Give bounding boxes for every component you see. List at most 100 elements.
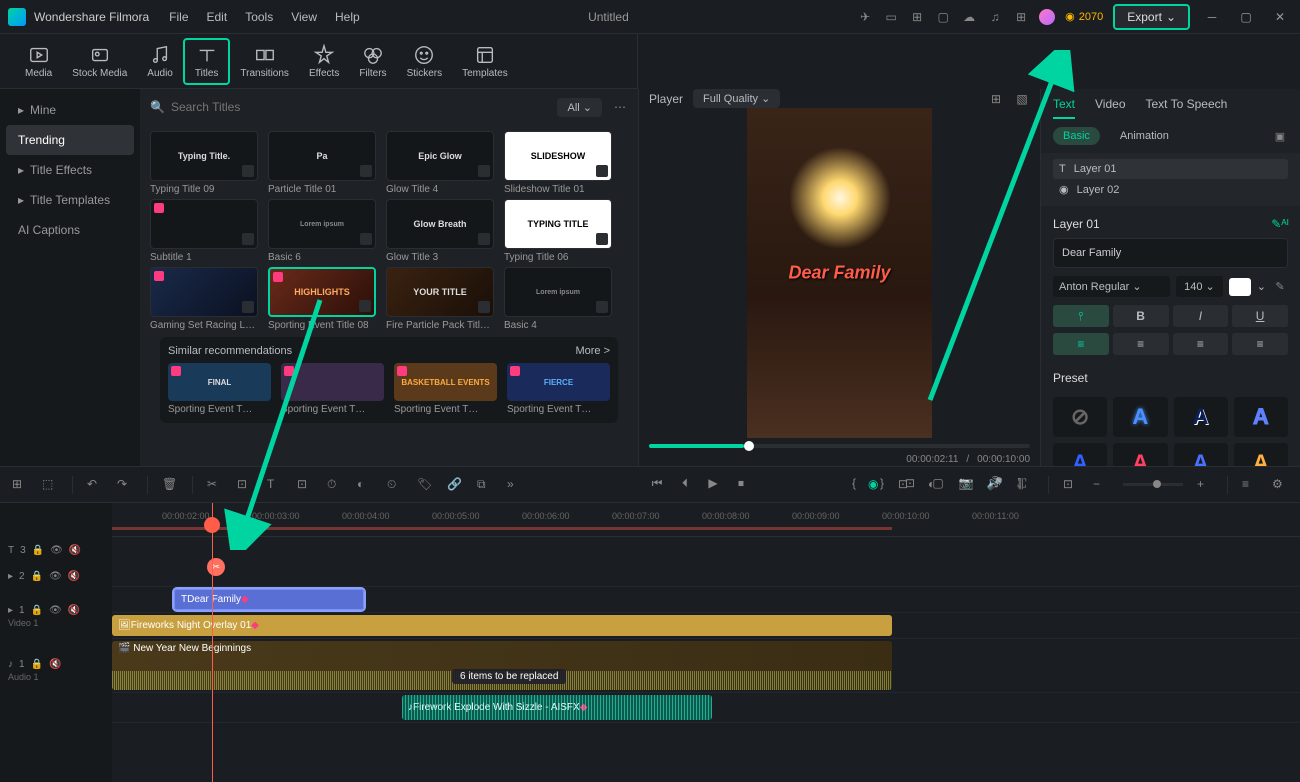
search-box[interactable]: 🔍	[150, 100, 547, 114]
redo-icon[interactable]: ↷	[117, 477, 133, 493]
mic-icon[interactable]: 🎤	[988, 477, 1004, 493]
layer-row[interactable]: TLayer 01	[1053, 159, 1288, 179]
similar-item[interactable]: FINALSporting Event T…	[168, 363, 271, 415]
export-button[interactable]: Export ⌄	[1113, 4, 1190, 30]
preview-viewport[interactable]: Dear Family	[639, 108, 1040, 438]
device-icon[interactable]: ▭	[883, 9, 899, 25]
font-size-input[interactable]: 140 ⌄	[1176, 276, 1223, 297]
tab-media[interactable]: Media	[15, 40, 62, 83]
align-justify-button[interactable]: ≡	[1232, 333, 1288, 355]
sidebar-item-title-effects[interactable]: ▸ Title Effects	[6, 155, 134, 185]
preset-item[interactable]: A	[1113, 397, 1167, 437]
preset-item[interactable]: A	[1174, 397, 1228, 437]
crop-frame-icon[interactable]: ⊡	[297, 477, 313, 493]
save-preset-icon[interactable]: ▣	[1272, 128, 1288, 144]
mute-icon[interactable]: 🔇	[68, 605, 80, 616]
eyedropper-icon[interactable]: ✎	[1272, 279, 1288, 295]
maximize-button[interactable]: ▢	[1234, 5, 1258, 29]
grid-item[interactable]: Epic GlowGlow Title 4	[386, 131, 494, 195]
font-family-select[interactable]: Anton Regular ⌄	[1053, 276, 1170, 297]
mute-icon[interactable]: 🔇	[68, 571, 80, 582]
playback-progress[interactable]	[649, 444, 1030, 448]
timer-icon[interactable]: ⏲	[387, 477, 403, 493]
track-header[interactable]: ▸2🔒👁🔇	[0, 563, 112, 589]
title-clip[interactable]: T Dear Family ◆	[174, 589, 364, 610]
track-row[interactable]: 🎬 New Year New Beginnings 6 items to be …	[112, 639, 1300, 693]
arrange-icon[interactable]: ⊞	[12, 477, 28, 493]
split-icon[interactable]: ✂	[207, 477, 223, 493]
title-text-input[interactable]: Dear Family	[1053, 238, 1288, 268]
ai-icon[interactable]: ◉	[868, 477, 884, 493]
undo-icon[interactable]: ↶	[87, 477, 103, 493]
preset-item[interactable]: A	[1234, 443, 1288, 466]
close-button[interactable]: ✕	[1268, 5, 1292, 29]
sidebar-item-title-templates[interactable]: ▸ Title Templates	[6, 185, 134, 215]
track-header[interactable]: ♪1🔒🔇Audio 1	[0, 643, 112, 697]
grid-item[interactable]: Subtitle 1	[150, 199, 258, 263]
quality-dropdown[interactable]: Full Quality ⌄	[693, 89, 780, 108]
grid-item[interactable]: SLIDESHOWSlideshow Title 01	[504, 131, 612, 195]
sidebar-item-ai-captions[interactable]: AI Captions	[6, 215, 134, 245]
track-height-icon[interactable]: ≡	[1242, 477, 1258, 493]
inspector-tab-text[interactable]: Text	[1053, 97, 1075, 119]
grid-view-icon[interactable]: ⊞	[988, 91, 1004, 107]
stop-icon[interactable]: ⏹	[733, 475, 749, 491]
preset-item[interactable]: A	[1234, 397, 1288, 437]
audio-clip[interactable]: ♪ Firework Explode With Sizzle - AISFX ◆	[402, 695, 712, 720]
voice-icon[interactable]: ☺	[958, 477, 974, 493]
inspector-tab-tts[interactable]: Text To Speech	[1146, 97, 1228, 119]
playhead-handle[interactable]	[204, 517, 220, 533]
mask-icon[interactable]: ◐	[928, 477, 944, 493]
marker-icon[interactable]: ⊡	[1063, 477, 1079, 493]
preset-none[interactable]: ⊘	[1053, 397, 1107, 437]
display-icon[interactable]: ▢	[935, 9, 951, 25]
track-header[interactable]: T3🔒👁🔇	[0, 537, 112, 563]
lock-icon[interactable]: 🔒	[32, 545, 44, 556]
tag-icon[interactable]: 🏷	[417, 477, 433, 493]
video-clip[interactable]: 🎬 New Year New Beginnings 6 items to be …	[112, 641, 892, 690]
cursor-icon[interactable]: ⬚	[42, 477, 58, 493]
more-tools-icon[interactable]: »	[507, 477, 523, 493]
settings-icon[interactable]: ⚙	[1272, 477, 1288, 493]
color-icon[interactable]: ◐	[357, 477, 373, 493]
tab-audio[interactable]: Audio	[137, 40, 183, 83]
grid-item[interactable]: Gaming Set Racing Lo…	[150, 267, 258, 331]
delete-icon[interactable]: 🗑	[162, 477, 178, 493]
group-icon[interactable]: ⧉	[477, 477, 493, 493]
font-color-picker[interactable]	[1229, 278, 1251, 296]
zoom-out-icon[interactable]: −	[1093, 477, 1109, 493]
mute-icon[interactable]: 🔇	[49, 659, 61, 670]
mark-in-icon[interactable]: {	[846, 475, 862, 491]
preset-item[interactable]: A	[1113, 443, 1167, 466]
filter-dropdown[interactable]: All ⌄	[557, 98, 602, 117]
speed-icon[interactable]: ⏱	[327, 477, 343, 493]
text-icon[interactable]: T	[267, 477, 283, 493]
line-height-button[interactable]: ⫯	[1053, 305, 1109, 327]
chevron-down-icon[interactable]: ⌄	[1257, 280, 1266, 293]
lock-icon[interactable]: 🔒	[31, 571, 43, 582]
play-icon[interactable]: ▶	[705, 475, 721, 491]
more-icon[interactable]: ⋯	[612, 99, 628, 115]
mute-icon[interactable]: 🔇	[69, 545, 81, 556]
crop-icon[interactable]: ⊡	[237, 477, 253, 493]
subtab-animation[interactable]: Animation	[1110, 127, 1179, 145]
grid-item[interactable]: Lorem ipsumBasic 4	[504, 267, 612, 331]
inspector-tab-video[interactable]: Video	[1095, 97, 1125, 119]
menu-tools[interactable]: Tools	[245, 10, 273, 24]
play-back-icon[interactable]: ⏴	[677, 475, 693, 491]
align-left-button[interactable]: ≡	[1053, 333, 1109, 355]
ai-edit-icon[interactable]: ✎ᴬᴵ	[1272, 216, 1288, 232]
tab-transitions[interactable]: Transitions	[230, 40, 299, 83]
grid-item[interactable]: Typing Title.Typing Title 09	[150, 131, 258, 195]
eye-icon[interactable]: 👁	[50, 545, 63, 556]
grid-item[interactable]: Lorem ipsumBasic 6	[268, 199, 376, 263]
tab-templates[interactable]: Templates	[452, 40, 518, 83]
apps-icon[interactable]: ⊞	[1013, 9, 1029, 25]
preset-item[interactable]: A	[1174, 443, 1228, 466]
grid-item[interactable]: YOUR TITLEFire Particle Pack Title …	[386, 267, 494, 331]
sidebar-item-mine[interactable]: ▸ Mine	[6, 95, 134, 125]
search-input[interactable]	[171, 100, 326, 114]
similar-item[interactable]: BASKETBALL EVENTSSporting Event T…	[394, 363, 497, 415]
track-row[interactable]: 🖼 Fireworks Night Overlay 01 ◆	[112, 613, 1300, 639]
menu-file[interactable]: File	[169, 10, 188, 24]
